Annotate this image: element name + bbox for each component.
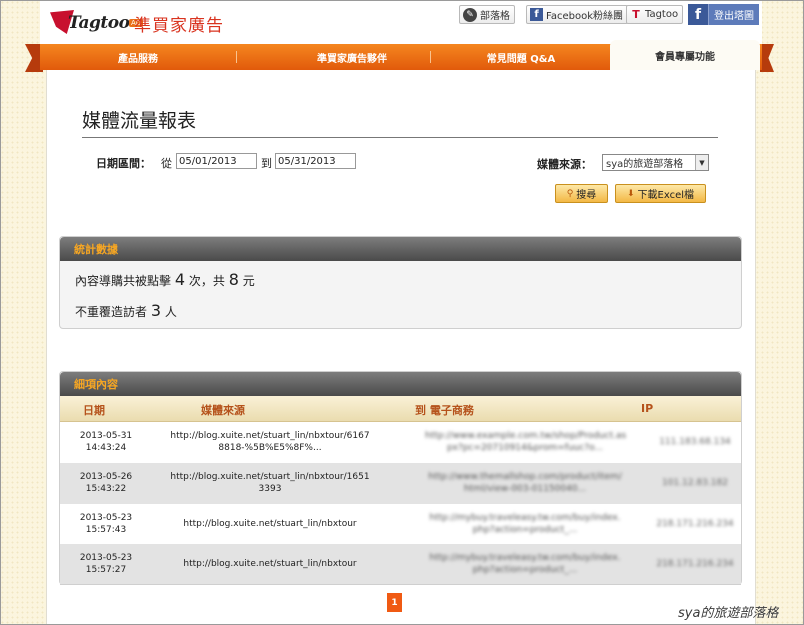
nav-item-products[interactable]: 產品服務 — [40, 44, 236, 70]
click-stats-prefix: 內容導購共被點擊 — [75, 274, 172, 288]
site-header: Tagtoo AD 準買家廣告 ✎ 部落格 f Facebook粉絲團 T Ta… — [40, 0, 762, 44]
visitor-stats: 不重覆造訪者 3 人 — [75, 301, 177, 320]
to-label: 到 — [261, 157, 272, 170]
nav-item-member[interactable]: 會員專屬功能 — [610, 40, 760, 70]
row-date: 2013-05-23 15:57:43 — [79, 513, 133, 535]
media-source-value: sya的旅遊部落格 — [606, 159, 684, 170]
details-table-header: 日期 媒體來源 到 電子商務 IP — [60, 396, 741, 422]
blog-button[interactable]: ✎ 部落格 — [459, 5, 515, 24]
table-row: 2013-05-31 14:43:24 http://blog.xuite.net… — [60, 422, 741, 463]
blog-label: 部落格 — [480, 11, 510, 22]
logo-text: Tagtoo — [68, 13, 130, 33]
row-date: 2013-05-23 15:57:27 — [79, 553, 133, 575]
table-row: 2013-05-23 15:57:43 http://blog.xuite.net… — [60, 504, 741, 545]
search-icon: ⚲ — [566, 188, 574, 199]
page-title: 媒體流量報表 — [82, 110, 197, 132]
click-stats: 內容導購共被點擊 4 次，共 8 元 — [75, 270, 255, 289]
page-number-button[interactable]: 1 — [387, 593, 402, 612]
row-shop-url: http://mybuy.traveleasy.tw.com/buy/index… — [429, 553, 621, 575]
row-ip: 218.171.216.234 — [656, 519, 734, 529]
facebook-icon: f — [530, 8, 543, 21]
download-icon: ⬇ — [626, 188, 635, 199]
table-bottom-border — [60, 584, 741, 585]
end-date-input[interactable] — [275, 153, 356, 169]
row-ip: 111.183.68.134 — [659, 437, 731, 447]
search-button[interactable]: ⚲ 搜尋 — [555, 184, 608, 203]
nav-item-faq[interactable]: 常見問題 Q&A — [431, 44, 611, 70]
start-date-input[interactable] — [176, 153, 257, 169]
row-shop-url: http://mybuy.traveleasy.tw.com/buy/index… — [429, 513, 621, 535]
table-row: 2013-05-23 15:57:27 http://blog.xuite.net… — [60, 544, 741, 585]
facebook-fans-button[interactable]: f Facebook粉絲團 — [526, 5, 628, 24]
column-header-ip: IP — [641, 402, 654, 415]
download-excel-label: 下載Excel檔 — [637, 190, 695, 201]
tagtoo-button[interactable]: T Tagtoo — [626, 5, 684, 24]
media-source-select[interactable]: sya的旅遊部落格 ▼ — [602, 154, 709, 171]
from-label: 從 — [161, 157, 172, 170]
visitor-stats-suffix: 人 — [164, 305, 177, 319]
visitor-stats-prefix: 不重覆造訪者 — [75, 305, 148, 319]
column-header-date: 日期 — [83, 404, 105, 417]
title-divider — [82, 137, 718, 138]
tagtoo-icon: T — [632, 8, 640, 21]
tagtoo-logo[interactable]: Tagtoo AD — [50, 8, 144, 36]
column-header-media-source: 媒體來源 — [201, 404, 245, 417]
brand-title: 準買家廣告 — [134, 16, 224, 36]
nav-ribbon-right — [760, 44, 774, 72]
chevron-down-icon[interactable]: ▼ — [695, 155, 708, 170]
visitor-count: 3 — [150, 301, 162, 320]
row-date: 2013-05-26 15:43:22 — [79, 472, 133, 494]
row-ip: 101.12.83.182 — [662, 478, 728, 488]
facebook-fans-label: Facebook粉絲團 — [546, 11, 623, 22]
amount-value: 8 — [228, 270, 239, 289]
row-date: 2013-05-31 14:43:24 — [79, 431, 133, 453]
watermark: sya的旅遊部落格 — [678, 606, 779, 621]
media-source-label: 媒體來源： — [537, 158, 592, 171]
click-stats-mid: 次，共 — [188, 274, 225, 288]
stats-panel-heading: 統計數據 — [60, 237, 741, 261]
row-media-source: http://blog.xuite.net/stuart_lin/nbxtour — [183, 559, 357, 569]
search-button-label: 搜尋 — [576, 190, 597, 201]
logout-button[interactable]: f 登出塔圖 — [688, 4, 759, 25]
logout-label: 登出塔圖 — [708, 4, 759, 25]
click-stats-suffix: 元 — [242, 274, 255, 288]
tagtoo-label: Tagtoo — [645, 9, 679, 20]
row-media-source: http://blog.xuite.net/stuart_lin/nbxtour… — [170, 431, 370, 453]
details-panel-heading: 細項內容 — [60, 372, 741, 396]
row-ip: 218.171.216.234 — [656, 559, 734, 569]
click-count: 4 — [174, 270, 186, 289]
main-nav: 產品服務 準買家廣告夥伴 常見問題 Q&A 會員專屬功能 — [40, 40, 762, 70]
row-media-source: http://blog.xuite.net/stuart_lin/nbxtour — [183, 519, 357, 529]
column-header-to-shop: 到 電子商務 — [415, 404, 474, 417]
blog-icon: ✎ — [463, 7, 477, 22]
facebook-icon: f — [688, 4, 708, 25]
download-excel-button[interactable]: ⬇ 下載Excel檔 — [615, 184, 706, 203]
row-shop-url: http://www.themallshop.com/product/item/… — [428, 472, 622, 494]
row-shop-url: http://www.example.com.tw/shop/Product.a… — [425, 431, 627, 453]
date-range-label: 日期區間： — [96, 157, 151, 170]
table-row: 2013-05-26 15:43:22 http://blog.xuite.net… — [60, 463, 741, 504]
row-media-source: http://blog.xuite.net/stuart_lin/nbxtour… — [170, 472, 370, 494]
